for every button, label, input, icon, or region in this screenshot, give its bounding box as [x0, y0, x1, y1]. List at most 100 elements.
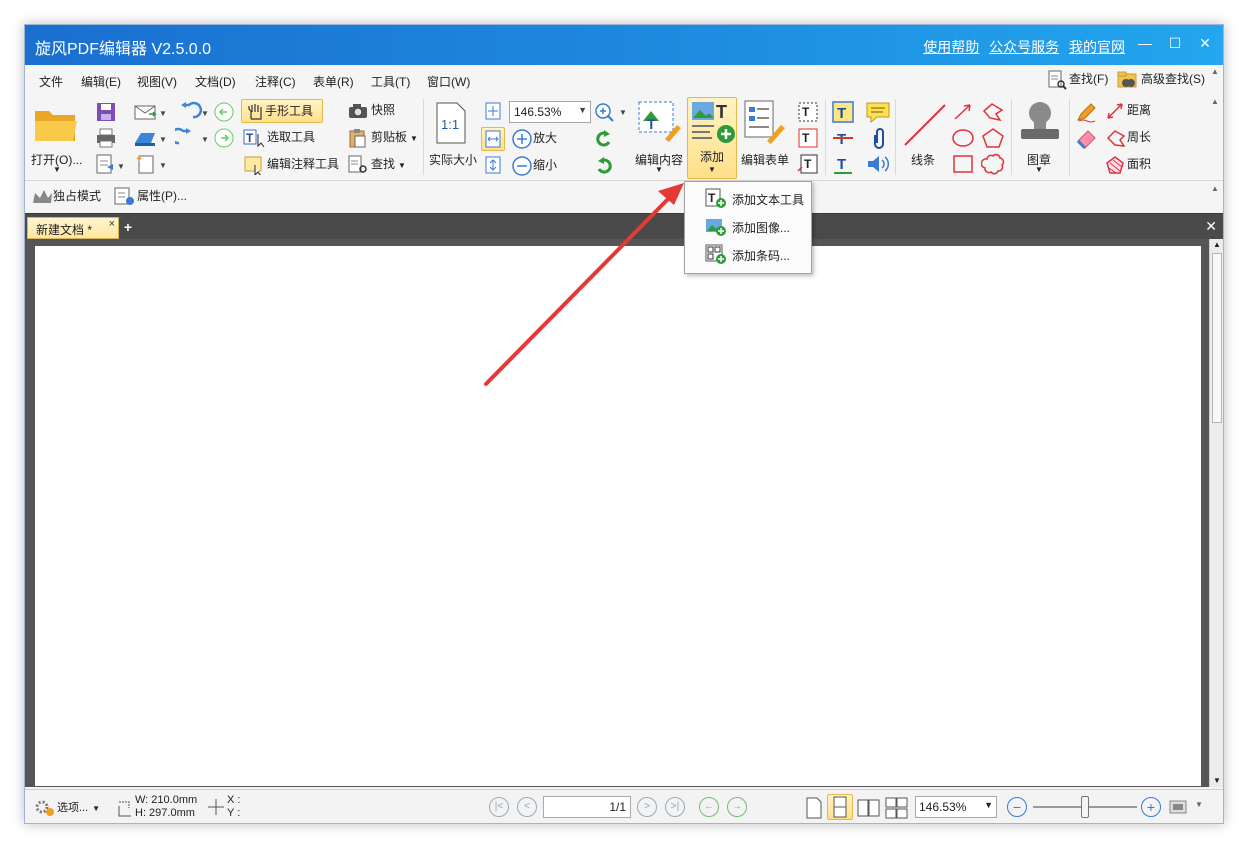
scroll-up-icon[interactable]: ▲	[1213, 240, 1221, 249]
fit-width-button[interactable]	[481, 127, 505, 151]
new-tab-button[interactable]: +	[121, 219, 135, 235]
perimeter-tool-button[interactable]: 周长	[1105, 128, 1151, 148]
add-image-item[interactable]: 添加图像...	[685, 213, 811, 239]
area-tool-button[interactable]: 面积	[1105, 155, 1151, 175]
cloud-tool-button[interactable]	[980, 153, 1005, 175]
exclusive-mode-button[interactable]: 独占模式	[31, 187, 101, 206]
new-document-button[interactable]: ✦ ▼	[133, 153, 167, 175]
export-button[interactable]: ▼	[95, 153, 125, 175]
last-page-button[interactable]: >|	[665, 797, 685, 817]
fit-page-button[interactable]	[483, 101, 503, 121]
minimize-button[interactable]: —	[1135, 33, 1155, 53]
close-all-tabs-icon[interactable]: ✕	[1205, 218, 1217, 235]
text-field-tool-3[interactable]: T	[797, 153, 819, 175]
arrow-tool-button[interactable]	[951, 101, 975, 123]
stamp-button[interactable]	[1017, 99, 1063, 145]
polygon-tool-button[interactable]	[981, 127, 1005, 149]
add-text-tool-item[interactable]: T 添加文本工具	[685, 185, 811, 211]
clipboard-dropdown-icon[interactable]: ▼	[410, 134, 418, 143]
menu-view[interactable]: 视图(V)	[137, 73, 177, 90]
ellipse-tool-button[interactable]	[951, 127, 975, 149]
sound-button[interactable]	[865, 153, 891, 175]
scroll-thumb[interactable]	[1212, 253, 1222, 423]
add-dropdown-icon[interactable]: ▼	[688, 165, 736, 174]
help-link[interactable]: 使用帮助	[923, 39, 979, 55]
zoom-dropdown-icon[interactable]: ▼	[578, 105, 587, 115]
email-button[interactable]: ▼	[133, 101, 167, 123]
status-zoom-in-button[interactable]: +	[1141, 797, 1161, 817]
status-zoom-dropdown-icon[interactable]: ▼	[984, 800, 993, 810]
open-dropdown-icon[interactable]: ▼	[53, 165, 61, 174]
collapse-ribbon-icon[interactable]: ▲	[1211, 97, 1219, 106]
official-site-link[interactable]: 我的官网	[1069, 39, 1125, 55]
zoom-tool-button[interactable]: ▼	[593, 101, 629, 123]
wechat-service-link[interactable]: 公众号服务	[989, 39, 1059, 55]
polyline-tool-button[interactable]	[981, 101, 1005, 123]
add-button[interactable]: T 添加 ▼	[687, 97, 737, 179]
menu-document[interactable]: 文档(D)	[195, 73, 236, 90]
underline-button[interactable]: T	[831, 153, 855, 175]
options-dropdown-icon[interactable]: ▼	[92, 804, 100, 813]
continuous-facing-view-icon[interactable]	[885, 796, 909, 820]
forward-button[interactable]	[213, 127, 235, 149]
edit-content-button[interactable]: T	[635, 99, 683, 145]
advanced-find-button[interactable]: 高级查找(S)	[1117, 70, 1205, 90]
properties-button[interactable]: 属性(P)...	[113, 187, 187, 207]
strikeout-button[interactable]: T	[831, 127, 855, 149]
menu-comment[interactable]: 注释(C)	[255, 73, 296, 90]
eraser-tool-button[interactable]	[1075, 127, 1099, 150]
attachment-button[interactable]	[869, 127, 889, 149]
edit-content-dropdown-icon[interactable]: ▼	[655, 165, 663, 174]
clipboard-button[interactable]: 剪贴板 ▼	[347, 128, 418, 148]
zoom-out-button[interactable]: 缩小	[511, 155, 557, 177]
select-tool-button[interactable]: T 选取工具	[243, 128, 315, 148]
find-dropdown-icon[interactable]: ▼	[398, 161, 406, 170]
edit-annotation-tool-button[interactable]: 编辑注释工具	[243, 155, 339, 177]
page-number-input[interactable]: 1/1	[543, 796, 631, 818]
panel-toggle-icon[interactable]	[1169, 800, 1187, 814]
facing-view-icon[interactable]	[857, 796, 881, 820]
next-view-button[interactable]: →	[727, 797, 747, 817]
ribbon-find-button[interactable]: 查找 ▼	[347, 155, 406, 175]
stamp-dropdown-icon[interactable]: ▼	[1035, 165, 1043, 174]
snapshot-button[interactable]: 快照	[347, 101, 395, 120]
typewriter-button[interactable]: T	[831, 101, 855, 123]
actual-size-button[interactable]: 1:1	[433, 101, 469, 145]
next-page-button[interactable]: >	[637, 797, 657, 817]
close-window-button[interactable]: ✕	[1195, 33, 1215, 53]
zoom-level-select[interactable]: 146.53% ▼	[509, 101, 591, 123]
rectangle-tool-button[interactable]	[951, 153, 975, 175]
open-button[interactable]	[31, 103, 81, 145]
menu-edit[interactable]: 编辑(E)	[81, 73, 121, 90]
save-button[interactable]	[95, 101, 117, 123]
pdf-page[interactable]	[35, 246, 1201, 786]
maximize-button[interactable]: ☐	[1165, 33, 1185, 53]
scan-button[interactable]: ▼	[133, 127, 167, 149]
status-zoom-select[interactable]: 146.53% ▼	[915, 796, 997, 818]
find-button[interactable]: 查找(F)	[1047, 70, 1108, 90]
pencil-tool-button[interactable]	[1075, 101, 1099, 123]
options-button[interactable]: 选项... ▼	[33, 799, 100, 817]
rotate-right-button[interactable]	[593, 155, 615, 177]
rotate-left-button[interactable]	[593, 128, 615, 150]
single-page-view-icon[interactable]	[805, 796, 823, 820]
collapse-menu-icon[interactable]: ▲	[1211, 67, 1219, 76]
menu-window[interactable]: 窗口(W)	[427, 73, 470, 90]
previous-page-button[interactable]: <	[517, 797, 537, 817]
status-zoom-out-button[interactable]: −	[1007, 797, 1027, 817]
add-barcode-item[interactable]: 添加条码...	[685, 241, 811, 267]
fit-visible-button[interactable]	[483, 155, 503, 175]
zoom-slider-thumb[interactable]	[1081, 796, 1089, 818]
first-page-button[interactable]: |<	[489, 797, 509, 817]
edit-form-button[interactable]	[741, 99, 789, 145]
redo-button[interactable]: ▼	[169, 127, 209, 149]
menu-tools[interactable]: 工具(T)	[371, 73, 410, 90]
menu-file[interactable]: 文件	[39, 73, 63, 90]
distance-tool-button[interactable]: 距离	[1105, 101, 1151, 121]
collapse-toolbar-icon[interactable]: ▲	[1211, 184, 1219, 193]
scroll-down-icon[interactable]: ▼	[1213, 776, 1221, 785]
undo-button[interactable]: ▼	[175, 101, 209, 123]
line-tool-button[interactable]	[901, 101, 949, 147]
zoom-in-button[interactable]: 放大	[511, 128, 557, 150]
tab-close-icon[interactable]: ×	[109, 218, 115, 230]
